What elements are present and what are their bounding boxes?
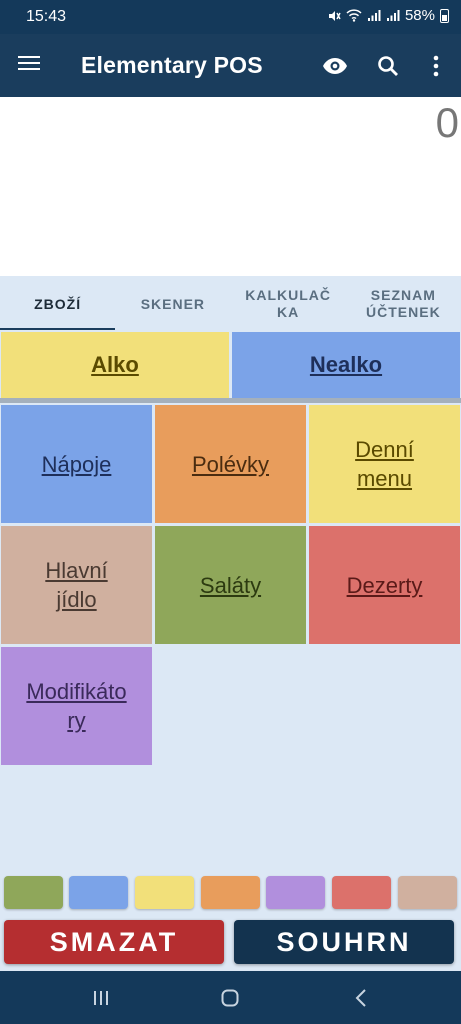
tab-skener[interactable]: SKENER [115,276,230,332]
category-modifikatory[interactable]: Modifikáto ry [1,647,152,765]
swatch-green[interactable] [4,876,63,909]
souhrn-button[interactable]: SOUHRN [234,920,454,964]
search-icon[interactable] [370,48,406,84]
tab-bar: ZBOŽÍ SKENER KALKULAČ KA SEZNAM ÚČTENEK [0,276,461,332]
tab-zbozi[interactable]: ZBOŽÍ [0,276,116,332]
back-icon[interactable] [343,983,379,1013]
status-icons: 58% [327,7,449,24]
battery-icon [440,8,449,23]
category-alko[interactable]: Alko [1,332,229,398]
home-icon[interactable] [212,983,248,1013]
battery-percent: 58% [404,7,435,24]
category-salaty[interactable]: Saláty [155,526,306,644]
category-nealko[interactable]: Nealko [232,332,460,398]
eye-icon[interactable] [317,48,353,84]
swatch-yellow[interactable] [135,876,194,909]
system-nav-bar [0,971,461,1024]
swatch-red[interactable] [332,876,391,909]
category-dezerty[interactable]: Dezerty [309,526,460,644]
total-value: 0 [435,99,459,146]
category-hlavni-jidlo[interactable]: Hlavní jídlo [1,526,152,644]
swatch-tan[interactable] [398,876,457,909]
mute-icon [328,10,341,21]
tab-seznam-uctenek[interactable]: SEZNAM ÚČTENEK [346,276,461,332]
tab-kalkulacka[interactable]: KALKULAČ KA [231,276,346,332]
smazat-button[interactable]: SMAZAT [4,920,224,964]
category-polevky[interactable]: Polévky [155,405,306,523]
menu-icon[interactable] [14,52,48,80]
signal-icon-2 [386,10,400,21]
wifi-icon [346,9,362,22]
swatch-orange[interactable] [201,876,260,909]
app-bar: Elementary POS [0,34,461,97]
more-vert-icon[interactable] [418,48,454,84]
swatch-purple[interactable] [266,876,325,909]
category-denni-menu[interactable]: Denní menu [309,405,460,523]
signal-icon [367,10,381,21]
app-title: Elementary POS [81,52,263,78]
category-napoje[interactable]: Nápoje [1,405,152,523]
total-display: 0 [0,97,461,276]
color-filter-bar [0,876,461,909]
swatch-blue[interactable] [69,876,128,909]
status-time: 15:43 [26,8,67,25]
status-bar: 15:43 58% [0,0,461,34]
recents-icon[interactable] [83,983,119,1013]
divider [0,398,461,403]
